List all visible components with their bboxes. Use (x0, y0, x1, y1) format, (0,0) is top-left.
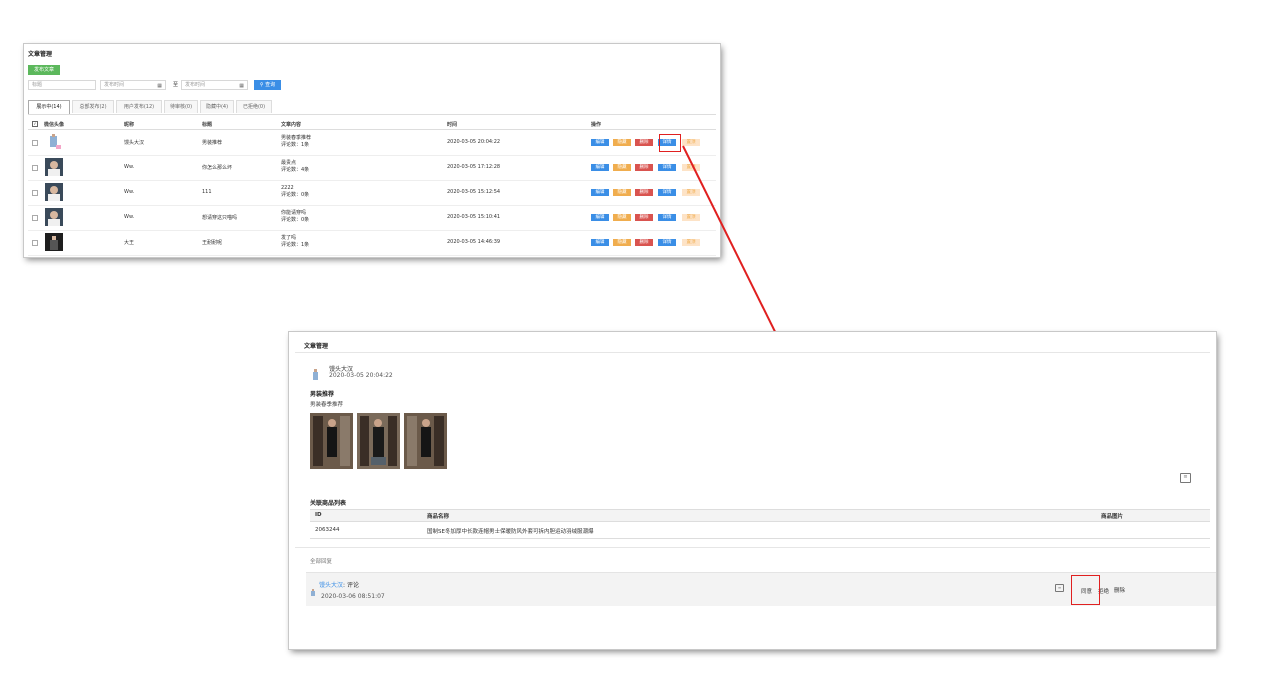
article-image (404, 413, 447, 469)
article-image (310, 413, 353, 469)
author-avatar (312, 366, 320, 380)
goods-id: 2063244 (315, 527, 340, 533)
goods-column-id: ID (315, 512, 322, 518)
reply-header: 馒头大汉: 评论 (319, 580, 359, 589)
reply-delete-button[interactable]: 删除 (1114, 586, 1125, 594)
article-image (357, 413, 400, 469)
goods-name: 国制SE冬加厚中长款连帽男士保暖防风外套可拆内胆运动羽绒服潮爆 (427, 529, 594, 535)
goods-column-image: 商品图片 (1101, 514, 1124, 520)
article-detail-panel: 文章管理 馒头大汉 2020-03-05 20:04:22 男装推荐 男装春季推… (289, 332, 1216, 649)
detail-page-title: 文章管理 (304, 343, 329, 350)
approve-highlight-box (1071, 575, 1100, 605)
reply-comment-icon[interactable]: ≡ (1055, 584, 1064, 592)
article-title: 男装推荐 (310, 391, 335, 398)
article-body: 男装春季推荐 (310, 402, 344, 408)
goods-table-header: ID 商品名称 商品图片 (310, 509, 1210, 522)
reply-user-link[interactable]: 馒头大汉 (319, 582, 343, 589)
reply-time: 2020-03-06 08:51:07 (321, 593, 385, 600)
comment-icon[interactable]: ≡ (1180, 473, 1191, 483)
goods-heading: 关联商品列表 (310, 500, 347, 507)
reply-avatar (311, 581, 315, 596)
post-time: 2020-03-05 20:04:22 (329, 372, 393, 379)
goods-column-name: 商品名称 (427, 514, 450, 520)
reply-suffix: : 评论 (343, 582, 359, 589)
replies-heading: 全部回复 (310, 559, 333, 565)
table-row: 2063244 国制SE冬加厚中长款连帽男士保暖防风外套可拆内胆运动羽绒服潮爆 (310, 522, 1210, 539)
